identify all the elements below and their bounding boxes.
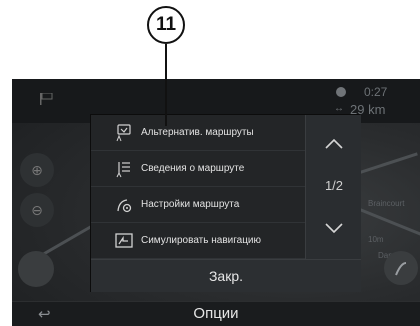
zoom-in-button[interactable]: ⊕ [20, 153, 54, 187]
compass-button[interactable] [18, 251, 54, 287]
route-icon [395, 262, 407, 276]
alternative-routes-icon [116, 123, 131, 141]
simulate-navigation-icon [115, 232, 133, 248]
zoom-in-icon: ⊕ [31, 161, 43, 178]
chevron-up-icon [325, 138, 343, 149]
route-info-icon [116, 161, 130, 177]
menu-item-label: Альтернатив. маршруты [141, 127, 254, 138]
options-popup: Альтернатив. маршруты Сведения о маршрут… [90, 114, 361, 292]
distance-icon: ↔ [334, 103, 344, 114]
close-button[interactable]: Закр. [91, 259, 361, 292]
zoom-out-icon: ⊖ [31, 201, 43, 218]
chevron-down-icon [325, 223, 343, 234]
menu-item-alternative-routes[interactable]: Альтернатив. маршруты [91, 115, 305, 151]
menu-item-label: Сведения о маршруте [141, 163, 245, 174]
route-button[interactable] [384, 251, 418, 285]
menu-item-label: Симулировать навигацию [141, 235, 262, 246]
callout-line [165, 44, 167, 126]
route-settings-icon [117, 198, 132, 212]
map-label: 10m [368, 235, 384, 244]
bottom-bar: ↩ Опции [12, 301, 420, 326]
menu-item-label: Настройки маршрута [141, 199, 240, 210]
map-label: Braincourt [368, 199, 405, 208]
callout-number: 11 [147, 6, 185, 44]
pager: 1/2 [305, 115, 361, 259]
eta-time: 0:27 [364, 85, 388, 99]
page-indicator: 1/2 [324, 178, 344, 193]
zoom-out-button[interactable]: ⊖ [20, 193, 54, 227]
page-up-button[interactable] [306, 119, 362, 169]
menu-item-route-settings[interactable]: Настройки маршрута [91, 187, 305, 223]
menu-item-route-info[interactable]: Сведения о маршруте [91, 151, 305, 187]
menu-item-simulate-navigation[interactable]: Симулировать навигацию [91, 223, 305, 259]
bottom-bar-title: Опции [193, 305, 239, 322]
nav-screen: Braincourt Damart 10m ↔ 0:27 29 km ⊕ ⊖ А… [12, 79, 420, 326]
page-down-button[interactable] [306, 203, 362, 253]
clock-icon [336, 87, 346, 97]
flag-icon [40, 93, 53, 105]
